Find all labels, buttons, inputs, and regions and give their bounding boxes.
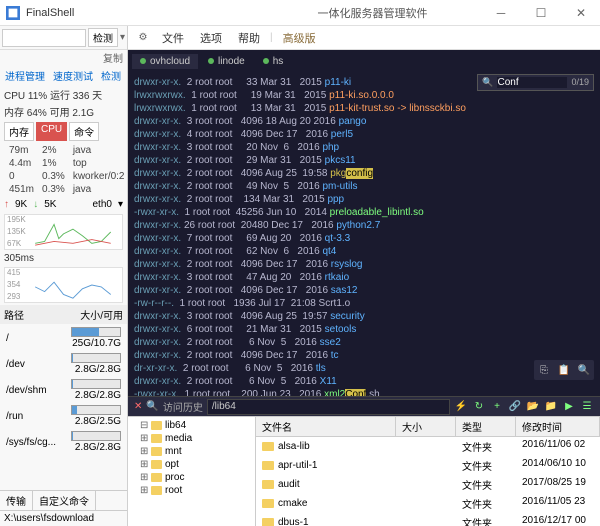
tab-transfer[interactable]: 传输 xyxy=(0,491,33,510)
minimize-button[interactable]: ─ xyxy=(488,3,514,23)
plus-icon[interactable]: + xyxy=(490,401,504,412)
host-input[interactable] xyxy=(2,29,86,47)
proc-row[interactable]: 00.3%kworker/0:2 xyxy=(6,171,128,182)
disk-row[interactable]: /dev 2.8G/2.8G xyxy=(2,352,125,376)
maximize-button[interactable]: ☐ xyxy=(528,3,554,23)
mem-status: 内存 64% 可用 2.1G xyxy=(0,103,127,120)
download-icon: ↓ xyxy=(33,199,38,210)
down-icon[interactable]: ▾ xyxy=(118,199,123,210)
terminal-tabs: ovhcloud linode hs xyxy=(128,50,600,72)
col-name[interactable]: 文件名 xyxy=(256,417,396,436)
copy-icon[interactable]: ⎘ xyxy=(536,362,552,378)
menu-help[interactable]: 帮助 xyxy=(232,28,266,48)
paste-icon[interactable]: 📋 xyxy=(556,362,572,378)
tree-item[interactable]: ⊞root xyxy=(130,484,253,497)
file-list: 文件名 大小 类型 修改时间 alsa-lib文件夹2016/11/06 02a… xyxy=(256,417,600,526)
gear-icon[interactable]: ⚙ xyxy=(134,29,152,47)
tag-cmd[interactable]: 命令 xyxy=(69,122,99,141)
bolt-icon[interactable]: ⚡ xyxy=(454,401,468,412)
file-pane: ⊟lib64⊞media⊞mnt⊞opt⊞proc⊞root 文件名 大小 类型… xyxy=(128,416,600,526)
proc-row[interactable]: 79m2%java xyxy=(6,145,128,156)
close-button[interactable]: ✕ xyxy=(568,3,594,23)
menubar: ⚙ 文件 选项 帮助 | 高级版 xyxy=(128,26,600,50)
term-toolbar: ⎘ 📋 🔍 xyxy=(534,360,594,380)
detect-button[interactable]: 检测 xyxy=(88,28,118,47)
tree-item[interactable]: ⊟lib64 xyxy=(130,419,253,432)
net-chart: 195K 135K 67K xyxy=(4,214,123,250)
lat-chart: 415 354 293 xyxy=(4,267,123,303)
term-tab[interactable]: hs xyxy=(255,54,292,69)
cpu-status: CPU 11% 运行 336 天 xyxy=(0,86,127,103)
open-icon[interactable]: 📂 xyxy=(526,401,540,412)
file-row[interactable]: dbus-1文件夹2016/12/17 00 xyxy=(256,513,600,526)
refresh-icon[interactable]: ↻ xyxy=(472,401,486,412)
tree-item[interactable]: ⊞mnt xyxy=(130,445,253,458)
disk-row[interactable]: /sys/fs/cg... 2.8G/2.8G xyxy=(2,430,125,454)
app-icon xyxy=(6,6,20,20)
left-tabs: 进程管理 速度测试 检测 xyxy=(0,65,127,86)
latency: 305ms xyxy=(0,252,127,265)
tab-speed[interactable]: 速度测试 xyxy=(50,67,96,84)
proc-row[interactable]: 4.4m1%top xyxy=(6,158,128,169)
history-label: 访问历史 xyxy=(163,399,203,414)
tab-proc[interactable]: 进程管理 xyxy=(2,67,48,84)
file-row[interactable]: audit文件夹2017/08/25 19 xyxy=(256,475,600,494)
tab-detect[interactable]: 检测 xyxy=(98,67,124,84)
folder-icon[interactable]: 📁 xyxy=(544,401,558,412)
file-row[interactable]: apr-util-1文件夹2014/06/10 10 xyxy=(256,456,600,475)
menu-file[interactable]: 文件 xyxy=(156,28,190,48)
term-bottom-bar: ✕ 🔍 访问历史 ⚡ ↻ + 🔗 📂 📁 ▶ ☰ xyxy=(128,396,600,416)
disk-row[interactable]: / 25G/10.7G xyxy=(2,326,125,350)
tag-cpu[interactable]: CPU xyxy=(36,122,67,141)
folder-tree: ⊟lib64⊞media⊞mnt⊞opt⊞proc⊞root xyxy=(128,417,256,526)
titlebar: FinalShell 一体化服务器管理软件 ─ ☐ ✕ xyxy=(0,0,600,26)
copy-link[interactable]: 复制 xyxy=(103,54,123,65)
col-date[interactable]: 修改时间 xyxy=(516,417,600,436)
find-box: 🔍 0/19 xyxy=(477,74,594,91)
disk-list: / 25G/10.7G/dev 2.8G/2.8G/dev/shm 2.8G/2… xyxy=(0,324,127,456)
proc-row[interactable]: 451m0.3%java xyxy=(6,184,128,195)
link-icon[interactable]: 🔗 xyxy=(508,401,522,412)
download-path: X:\users\fsdownload xyxy=(0,510,127,526)
x-icon[interactable]: ✕ xyxy=(134,401,142,412)
history-input[interactable] xyxy=(207,399,450,415)
menu-options[interactable]: 选项 xyxy=(194,28,228,48)
tab-custom[interactable]: 自定义命令 xyxy=(33,491,96,510)
tree-item[interactable]: ⊞media xyxy=(130,432,253,445)
search-icon[interactable]: 🔍 xyxy=(576,362,592,378)
process-list: 79m2%java 4.4m1%top 00.3%kworker/0:2 451… xyxy=(0,143,134,197)
play-icon[interactable]: ▶ xyxy=(562,401,576,412)
search-icon[interactable]: 🔍 xyxy=(146,401,158,412)
col-size[interactable]: 大小 xyxy=(396,417,456,436)
upload-icon: ↑ xyxy=(4,199,9,210)
tree-item[interactable]: ⊞opt xyxy=(130,458,253,471)
left-panel: 检测 ▾ 复制 进程管理 速度测试 检测 CPU 11% 运行 336 天 内存… xyxy=(0,26,128,526)
term-tab[interactable]: ovhcloud xyxy=(132,54,198,69)
menu-premium[interactable]: 高级版 xyxy=(277,28,322,48)
terminal[interactable]: drwxr-xr-x. 2 root root 33 Mar 31 2015 p… xyxy=(128,72,600,396)
find-input[interactable] xyxy=(497,77,567,88)
find-count: 0/19 xyxy=(571,76,589,89)
file-row[interactable]: cmake文件夹2016/11/05 23 xyxy=(256,494,600,513)
disk-row[interactable]: /run 2.8G/2.5G xyxy=(2,404,125,428)
term-tab[interactable]: linode xyxy=(200,54,253,69)
tag-mem[interactable]: 内存 xyxy=(4,122,34,141)
file-row[interactable]: alsa-lib文件夹2016/11/06 02 xyxy=(256,437,600,456)
col-type[interactable]: 类型 xyxy=(456,417,516,436)
search-icon: 🔍 xyxy=(482,76,493,89)
menu-icon[interactable]: ☰ xyxy=(580,401,594,412)
down-icon[interactable]: ▾ xyxy=(120,32,125,43)
app-subtitle: 一体化服务器管理软件 xyxy=(257,5,488,21)
disk-row[interactable]: /dev/shm 2.8G/2.8G xyxy=(2,378,125,402)
tree-item[interactable]: ⊞proc xyxy=(130,471,253,484)
app-title: FinalShell xyxy=(26,7,257,19)
